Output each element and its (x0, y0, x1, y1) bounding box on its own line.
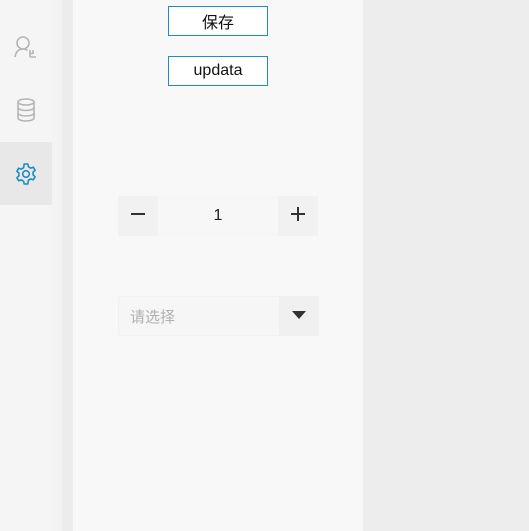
panel-divider (62, 0, 73, 531)
sidebar-item-database[interactable] (0, 78, 52, 141)
decrement-button[interactable] (118, 196, 158, 236)
save-button[interactable]: 保存 (168, 6, 268, 36)
increment-button[interactable] (278, 196, 318, 236)
update-button[interactable]: updata (168, 56, 268, 86)
select-dropdown[interactable]: 请选择 (118, 296, 319, 336)
quantity-stepper: 1 (118, 196, 318, 236)
sidebar-item-settings[interactable] (0, 142, 52, 205)
content-area (363, 0, 529, 531)
sidebar-gutter (52, 0, 62, 531)
minus-icon (130, 206, 146, 227)
quantity-value[interactable]: 1 (158, 196, 278, 236)
sidebar (0, 0, 52, 531)
database-icon (14, 97, 38, 123)
plus-icon (290, 206, 306, 227)
caret-down-icon (292, 307, 306, 325)
gear-icon (14, 162, 38, 186)
user-settings-icon (13, 34, 39, 60)
select-placeholder: 请选择 (130, 308, 176, 326)
sidebar-item-user-settings[interactable] (0, 15, 52, 78)
select-toggle[interactable] (279, 296, 319, 336)
